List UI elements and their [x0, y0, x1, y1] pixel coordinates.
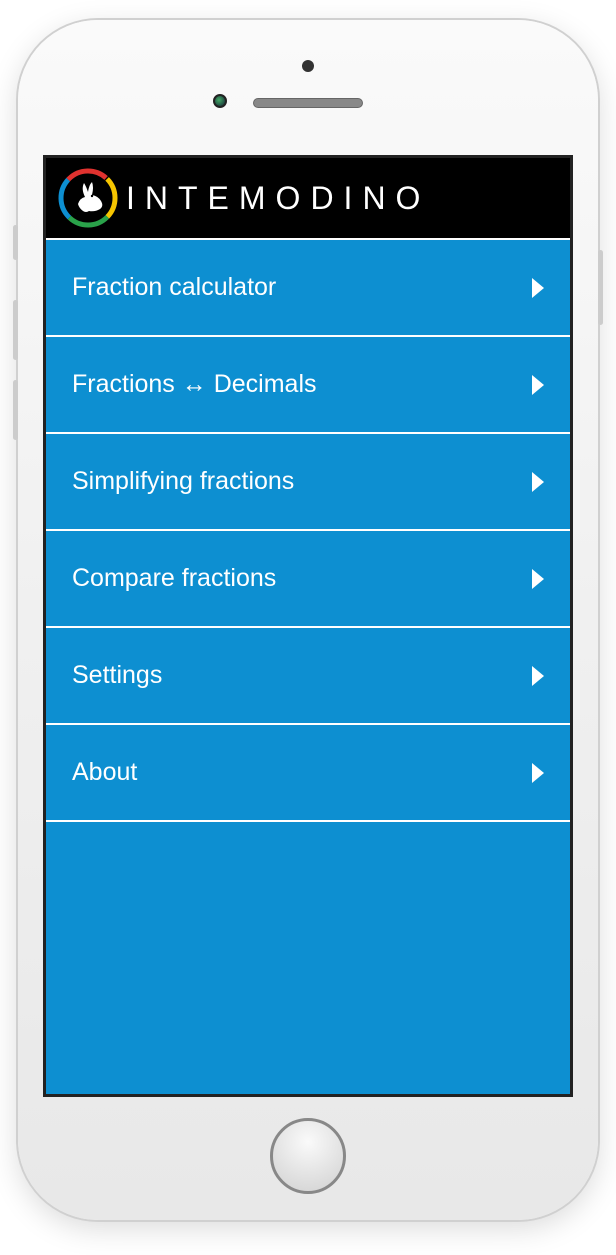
phone-frame: INTEMODINO Fraction calculator Fractions…	[18, 20, 598, 1220]
menu-item-fractions-decimals[interactable]: Fractions ↔ Decimals	[46, 337, 570, 434]
menu-item-about[interactable]: About	[46, 725, 570, 822]
menu-item-label: Compare fractions	[72, 564, 276, 593]
menu-item-label: Simplifying fractions	[72, 467, 294, 496]
mute-switch[interactable]	[13, 225, 18, 260]
brand-logo-icon	[58, 168, 118, 228]
front-camera	[213, 94, 227, 108]
chevron-right-icon	[532, 472, 544, 492]
home-button[interactable]	[270, 1118, 346, 1194]
menu-item-fraction-calculator[interactable]: Fraction calculator	[46, 240, 570, 337]
app-header: INTEMODINO	[46, 158, 570, 238]
menu-item-label: Settings	[72, 661, 162, 690]
earpiece-speaker	[253, 98, 363, 108]
menu-item-settings[interactable]: Settings	[46, 628, 570, 725]
menu-item-label: Fractions ↔ Decimals	[72, 370, 317, 399]
chevron-right-icon	[532, 278, 544, 298]
main-menu: Fraction calculator Fractions ↔ Decimals…	[46, 238, 570, 1094]
screen: INTEMODINO Fraction calculator Fractions…	[43, 155, 573, 1097]
chevron-right-icon	[532, 666, 544, 686]
chevron-right-icon	[532, 375, 544, 395]
volume-up-button[interactable]	[13, 300, 18, 360]
chevron-right-icon	[532, 763, 544, 783]
chevron-right-icon	[532, 569, 544, 589]
menu-item-simplifying-fractions[interactable]: Simplifying fractions	[46, 434, 570, 531]
volume-down-button[interactable]	[13, 380, 18, 440]
menu-item-label: Fraction calculator	[72, 273, 276, 302]
proximity-sensor	[302, 60, 314, 72]
menu-item-label: About	[72, 758, 137, 787]
brand-text: INTEMODINO	[126, 180, 430, 217]
phone-top-area	[18, 20, 598, 155]
menu-item-compare-fractions[interactable]: Compare fractions	[46, 531, 570, 628]
power-button[interactable]	[598, 250, 603, 325]
